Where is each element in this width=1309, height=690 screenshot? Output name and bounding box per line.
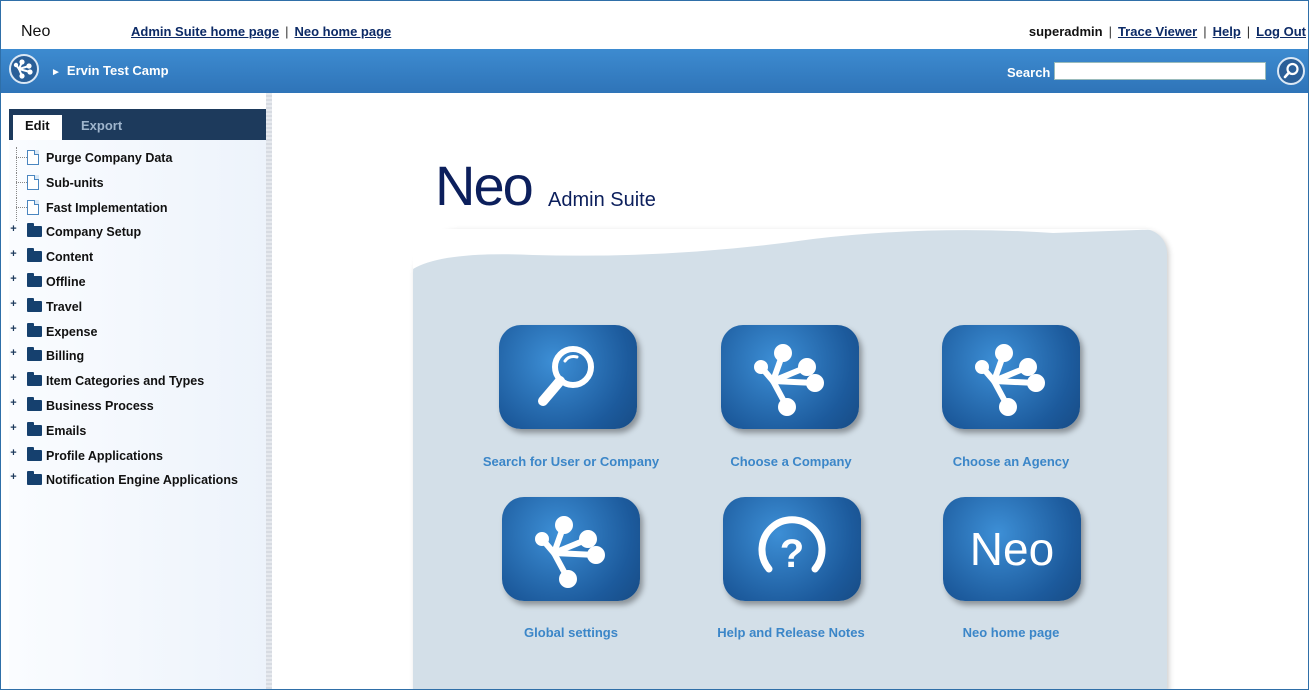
- search-label: Search: [1007, 65, 1051, 80]
- search-user-company-label[interactable]: Search for User or Company: [461, 454, 681, 469]
- svg-text:?: ?: [780, 532, 804, 576]
- admin-suite-home-link[interactable]: Admin Suite home page: [131, 24, 279, 39]
- folder-icon: [27, 471, 42, 486]
- top-links: Admin Suite home page | Neo home page: [131, 24, 392, 39]
- folder-icon: [27, 248, 42, 263]
- tab-export[interactable]: Export: [69, 115, 134, 140]
- help-icon: ?: [758, 516, 826, 576]
- folder-icon: [27, 297, 42, 312]
- neo-logo: Neo: [435, 154, 534, 217]
- sidebar-resize-handle[interactable]: [266, 93, 272, 689]
- folder-icon: [27, 347, 42, 362]
- search-input[interactable]: [1054, 62, 1266, 80]
- neo-home-page-tile[interactable]: Neo: [943, 497, 1081, 601]
- nav-bar: ► Ervin Test Camp Search: [1, 49, 1308, 93]
- tab-edit[interactable]: Edit: [13, 115, 62, 140]
- expand-icon[interactable]: +: [9, 373, 18, 384]
- tree-folder-offline[interactable]: + Offline: [9, 271, 266, 296]
- tree-folder-profile-applications[interactable]: + Profile Applications: [9, 445, 266, 470]
- tree-folder-item-categories[interactable]: + Item Categories and Types: [9, 370, 266, 395]
- folder-icon: [27, 421, 42, 436]
- logout-link[interactable]: Log Out: [1256, 24, 1306, 39]
- expand-icon[interactable]: +: [9, 298, 18, 309]
- tree-folder-billing[interactable]: + Billing: [9, 345, 266, 370]
- tree-item-sub-units[interactable]: Sub-units: [9, 171, 266, 197]
- network-icon: [975, 344, 1045, 416]
- sidebar-tabs: Edit Export: [9, 109, 266, 140]
- network-icon: [754, 344, 824, 416]
- panel-wave-decoration: [413, 229, 1167, 289]
- username: superadmin: [1028, 24, 1103, 39]
- global-settings-tile[interactable]: [502, 497, 640, 601]
- search-button[interactable]: [1277, 57, 1305, 85]
- folder-icon: [27, 223, 42, 238]
- folder-icon: [27, 322, 42, 337]
- tree-item-fast-implementation[interactable]: Fast Implementation: [9, 196, 266, 222]
- neo-logo-icon[interactable]: [9, 54, 39, 84]
- trace-viewer-link[interactable]: Trace Viewer: [1118, 24, 1197, 39]
- folder-icon: [27, 272, 42, 287]
- choose-agency-tile[interactable]: [942, 325, 1080, 429]
- expand-icon[interactable]: +: [9, 447, 18, 458]
- page-icon: [27, 150, 39, 165]
- choose-company-tile[interactable]: [721, 325, 859, 429]
- neo-home-page-label[interactable]: Neo home page: [901, 625, 1121, 640]
- folder-icon: [27, 446, 42, 461]
- breadcrumb[interactable]: ► Ervin Test Camp: [51, 63, 169, 78]
- expand-icon[interactable]: +: [9, 348, 18, 359]
- help-release-notes-label[interactable]: Help and Release Notes: [681, 625, 901, 640]
- top-bar: Neo Admin Suite home page | Neo home page …: [1, 1, 1308, 49]
- user-links: superadmin | Trace Viewer | Help | Log Out: [1028, 24, 1306, 39]
- tree-folder-expense[interactable]: + Expense: [9, 321, 266, 346]
- app-window: Neo Admin Suite home page | Neo home page …: [0, 0, 1309, 690]
- folder-icon: [27, 372, 42, 387]
- breadcrumb-label: Ervin Test Camp: [66, 63, 169, 78]
- folder-icon: [27, 396, 42, 411]
- sidebar: Edit Export Purge Company Data Sub-units…: [9, 109, 266, 689]
- search-icon: [538, 346, 594, 406]
- search-icon: [1283, 62, 1299, 79]
- tree-item-purge-company-data[interactable]: Purge Company Data: [9, 147, 266, 172]
- choose-agency-label[interactable]: Choose an Agency: [901, 454, 1121, 469]
- tree-folder-company-setup[interactable]: + Company Setup: [9, 221, 266, 246]
- tree-folder-business-process[interactable]: + Business Process: [9, 395, 266, 420]
- network-icon: [535, 516, 605, 588]
- page-icon: [27, 199, 39, 215]
- admin-tree: Purge Company Data Sub-units Fast Implem…: [9, 147, 266, 494]
- expand-icon[interactable]: +: [9, 422, 18, 433]
- page-icon: [27, 174, 39, 190]
- expand-icon[interactable]: +: [9, 224, 18, 235]
- search-user-company-tile[interactable]: [499, 325, 637, 429]
- expand-icon[interactable]: +: [9, 273, 18, 284]
- expand-icon[interactable]: +: [9, 323, 18, 334]
- admin-suite-subtitle: Admin Suite: [548, 189, 656, 211]
- help-release-notes-tile[interactable]: ?: [723, 497, 861, 601]
- tree-folder-content[interactable]: + Content: [9, 246, 266, 271]
- brand-name: Neo: [21, 23, 51, 40]
- expand-icon[interactable]: +: [9, 397, 18, 408]
- tree-folder-notification-engine[interactable]: + Notification Engine Applications: [9, 469, 266, 494]
- neo-home-link[interactable]: Neo home page: [294, 24, 391, 39]
- expand-icon[interactable]: +: [9, 249, 18, 260]
- tree-folder-emails[interactable]: + Emails: [9, 420, 266, 445]
- expand-icon[interactable]: +: [9, 472, 18, 483]
- tree-folder-travel[interactable]: + Travel: [9, 296, 266, 321]
- choose-company-label[interactable]: Choose a Company: [681, 454, 901, 469]
- neo-logo-icon: Neo: [969, 523, 1055, 575]
- global-settings-label[interactable]: Global settings: [461, 625, 681, 640]
- help-link[interactable]: Help: [1213, 24, 1241, 39]
